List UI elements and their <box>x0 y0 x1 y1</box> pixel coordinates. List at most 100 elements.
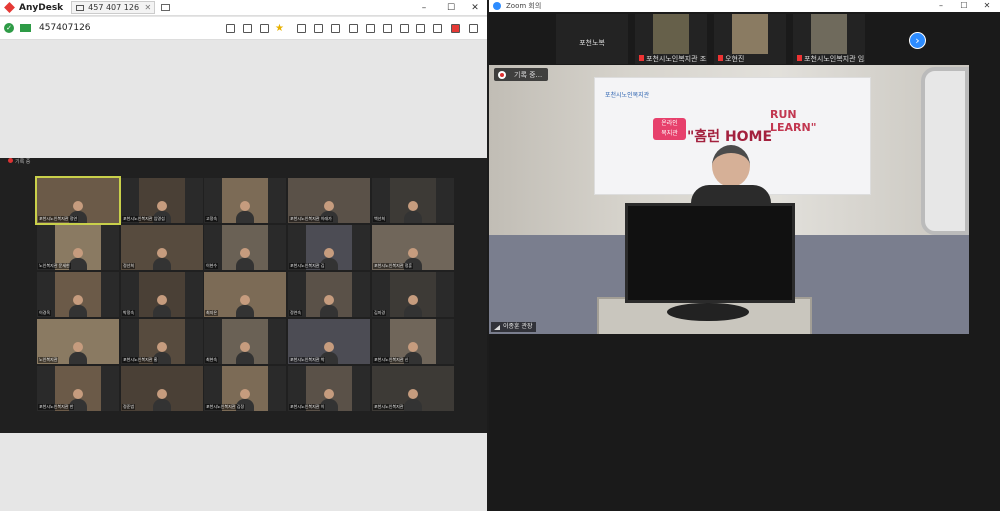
thumbnail-1[interactable]: 포천시노인복지관 조... <box>635 14 707 64</box>
participant-name: 백선희 <box>373 216 387 222</box>
close-button[interactable]: ✕ <box>466 0 484 16</box>
remote-address[interactable]: 457407126 <box>39 23 91 33</box>
close-tab-icon[interactable]: ✕ <box>144 3 151 12</box>
recording-indicator[interactable]: 기록 중... <box>494 68 549 81</box>
participant-tile[interactable]: 포천시노인복지관 정훈 <box>372 225 454 270</box>
participant-name: 포천시노인복지관 정연 <box>38 216 79 222</box>
participant-tile[interactable]: 포천시노인복지관 <box>372 366 454 411</box>
participant-tile[interactable]: 최현숙 <box>204 319 286 364</box>
monitor-icon[interactable] <box>349 24 358 33</box>
record-icon[interactable] <box>451 24 460 33</box>
participant-name: 노인복지관 <box>38 357 59 363</box>
participant-name: 최지은 <box>205 310 219 316</box>
star-icon[interactable]: ★ <box>275 24 284 34</box>
keyboard-icon[interactable] <box>400 24 409 33</box>
participant-tile[interactable]: 포천시노인복지관 신 <box>372 319 454 364</box>
participant-tile[interactable]: 노인복지관 문세현 <box>37 225 119 270</box>
desk-monitor <box>625 203 795 303</box>
minimize-button[interactable]: – <box>932 0 950 12</box>
chat-icon[interactable] <box>226 24 235 33</box>
participant-tile[interactable]: 포천시노인복지관 한 <box>37 366 119 411</box>
monitor-stand <box>667 303 749 321</box>
device-icon <box>20 24 31 32</box>
participant-tile[interactable]: 정준범 <box>121 366 203 411</box>
participant-name: 최현숙 <box>205 357 219 363</box>
minimize-button[interactable]: – <box>415 0 433 16</box>
close-button[interactable]: ✕ <box>978 0 996 12</box>
connected-icon: ✓ <box>4 23 14 33</box>
participant-person <box>236 295 254 317</box>
monitor-icon[interactable] <box>331 24 340 33</box>
participant-tile[interactable]: 김미경 <box>372 272 454 317</box>
participant-tile[interactable]: 이경옥 <box>37 272 119 317</box>
recording-label: 기록 중... <box>514 70 543 79</box>
participant-tile[interactable]: 이현수 <box>204 225 286 270</box>
participant-tile[interactable]: 박정숙 <box>121 272 203 317</box>
thumbnail-0[interactable]: 포천노복 <box>556 14 628 64</box>
participant-person <box>153 389 171 411</box>
participant-tile[interactable]: 포천시노인복지관 정연 <box>35 176 121 225</box>
remote-screen[interactable]: 기록 중 포천시노인복지관 정연 포천시노인복지관 임명섭 고정숙 포천시노인복지관 … <box>0 158 487 433</box>
participant-tile[interactable]: 포천시노인복지관 이 <box>288 366 370 411</box>
database-icon[interactable] <box>260 24 269 33</box>
participant-name: 포천시노인복지관 김정 <box>205 404 246 410</box>
participant-video <box>732 14 768 54</box>
participant-name: 고정숙 <box>205 216 219 222</box>
participant-tile[interactable]: 포천시노인복지관 임명섭 <box>121 178 203 223</box>
participant-name: 포천시노인복지관 박 <box>289 357 326 363</box>
participant-tile[interactable]: 포천시노인복지관 홍 <box>121 319 203 364</box>
participant-name: 포천시노인복지관 신 <box>373 357 410 363</box>
next-page-button[interactable]: › <box>909 32 926 49</box>
bolt-icon[interactable] <box>383 24 392 33</box>
participant-tile[interactable]: 노인복지관 <box>37 319 119 364</box>
banner-title-home: HOME <box>724 129 773 145</box>
participant-tile[interactable]: 고정숙 <box>204 178 286 223</box>
banner-title: "홈런 HOME <box>687 126 772 146</box>
participant-name: 포천시노인복지관 임명섭 <box>122 216 166 222</box>
thumbnail-3[interactable]: 포천시노인복지관 임... <box>793 14 865 64</box>
participant-name: 정연숙 <box>289 310 303 316</box>
maximize-button[interactable]: ☐ <box>955 0 973 12</box>
menu-icon[interactable] <box>469 24 478 33</box>
shield-icon[interactable] <box>433 24 442 33</box>
participant-person <box>404 389 422 411</box>
thumbnail-label: 오현진 <box>714 54 786 64</box>
banner-title-learn: LEARN" <box>770 121 817 134</box>
thumbnail-name: 포천시노인복지관 임... <box>804 55 865 63</box>
remote-header-label: 기록 중 <box>15 159 31 165</box>
timer-icon[interactable] <box>243 24 252 33</box>
participant-tile[interactable]: 정선희 <box>121 225 203 270</box>
new-session-icon[interactable] <box>161 4 171 11</box>
whiteboard-icon[interactable] <box>366 24 375 33</box>
participant-tile[interactable]: 포천시노인복지관 김 <box>288 225 370 270</box>
participant-name: 정선희 <box>122 263 136 269</box>
participant-person <box>153 295 171 317</box>
maximize-button[interactable]: ☐ <box>442 0 460 16</box>
anydesk-titlebar: AnyDesk 457 407 126 ✕ – ☐ ✕ <box>0 0 487 16</box>
participant-person <box>153 248 171 270</box>
zoom-window-title: Zoom 회의 <box>506 2 542 10</box>
participant-tile[interactable]: 포천시노인복지관 박 <box>288 319 370 364</box>
thumbnail-2[interactable]: 오현진 <box>714 14 786 64</box>
banner-title-hong: "홈런 <box>687 129 721 145</box>
participant-name: 포천시노인복지관 정훈 <box>373 263 414 269</box>
speaker-person <box>691 145 771 205</box>
file-transfer-icon[interactable] <box>297 24 306 33</box>
participant-tile[interactable]: 정연숙 <box>288 272 370 317</box>
participant-person <box>236 248 254 270</box>
participant-tile[interactable]: 백선희 <box>372 178 454 223</box>
participant-tile[interactable]: 최지은 <box>204 272 286 317</box>
participant-tile[interactable]: 포천시노인복지관 김정 <box>204 366 286 411</box>
participant-tile[interactable]: 포천시노인복지관 이래가 <box>288 178 370 223</box>
participant-name: 포천시노인복지관 김 <box>289 263 326 269</box>
active-speaker-video: 포천시노인복지관 온라인 복지관 "홈런 HOME RUN LEARN" 기록 중.… <box>489 65 969 334</box>
participant-name: 포천시노인복지관 한 <box>38 404 75 410</box>
monitor-icon[interactable] <box>416 24 425 33</box>
muted-mic-icon <box>639 55 644 61</box>
display-icon[interactable] <box>314 24 323 33</box>
thumbnail-name: 오현진 <box>725 55 745 63</box>
banner-tag: 온라인 복지관 <box>653 118 686 140</box>
speaker-name-tag: 이종훈 관장 <box>491 322 536 332</box>
record-icon <box>8 158 13 163</box>
session-tab[interactable]: 457 407 126 ✕ <box>71 1 156 14</box>
